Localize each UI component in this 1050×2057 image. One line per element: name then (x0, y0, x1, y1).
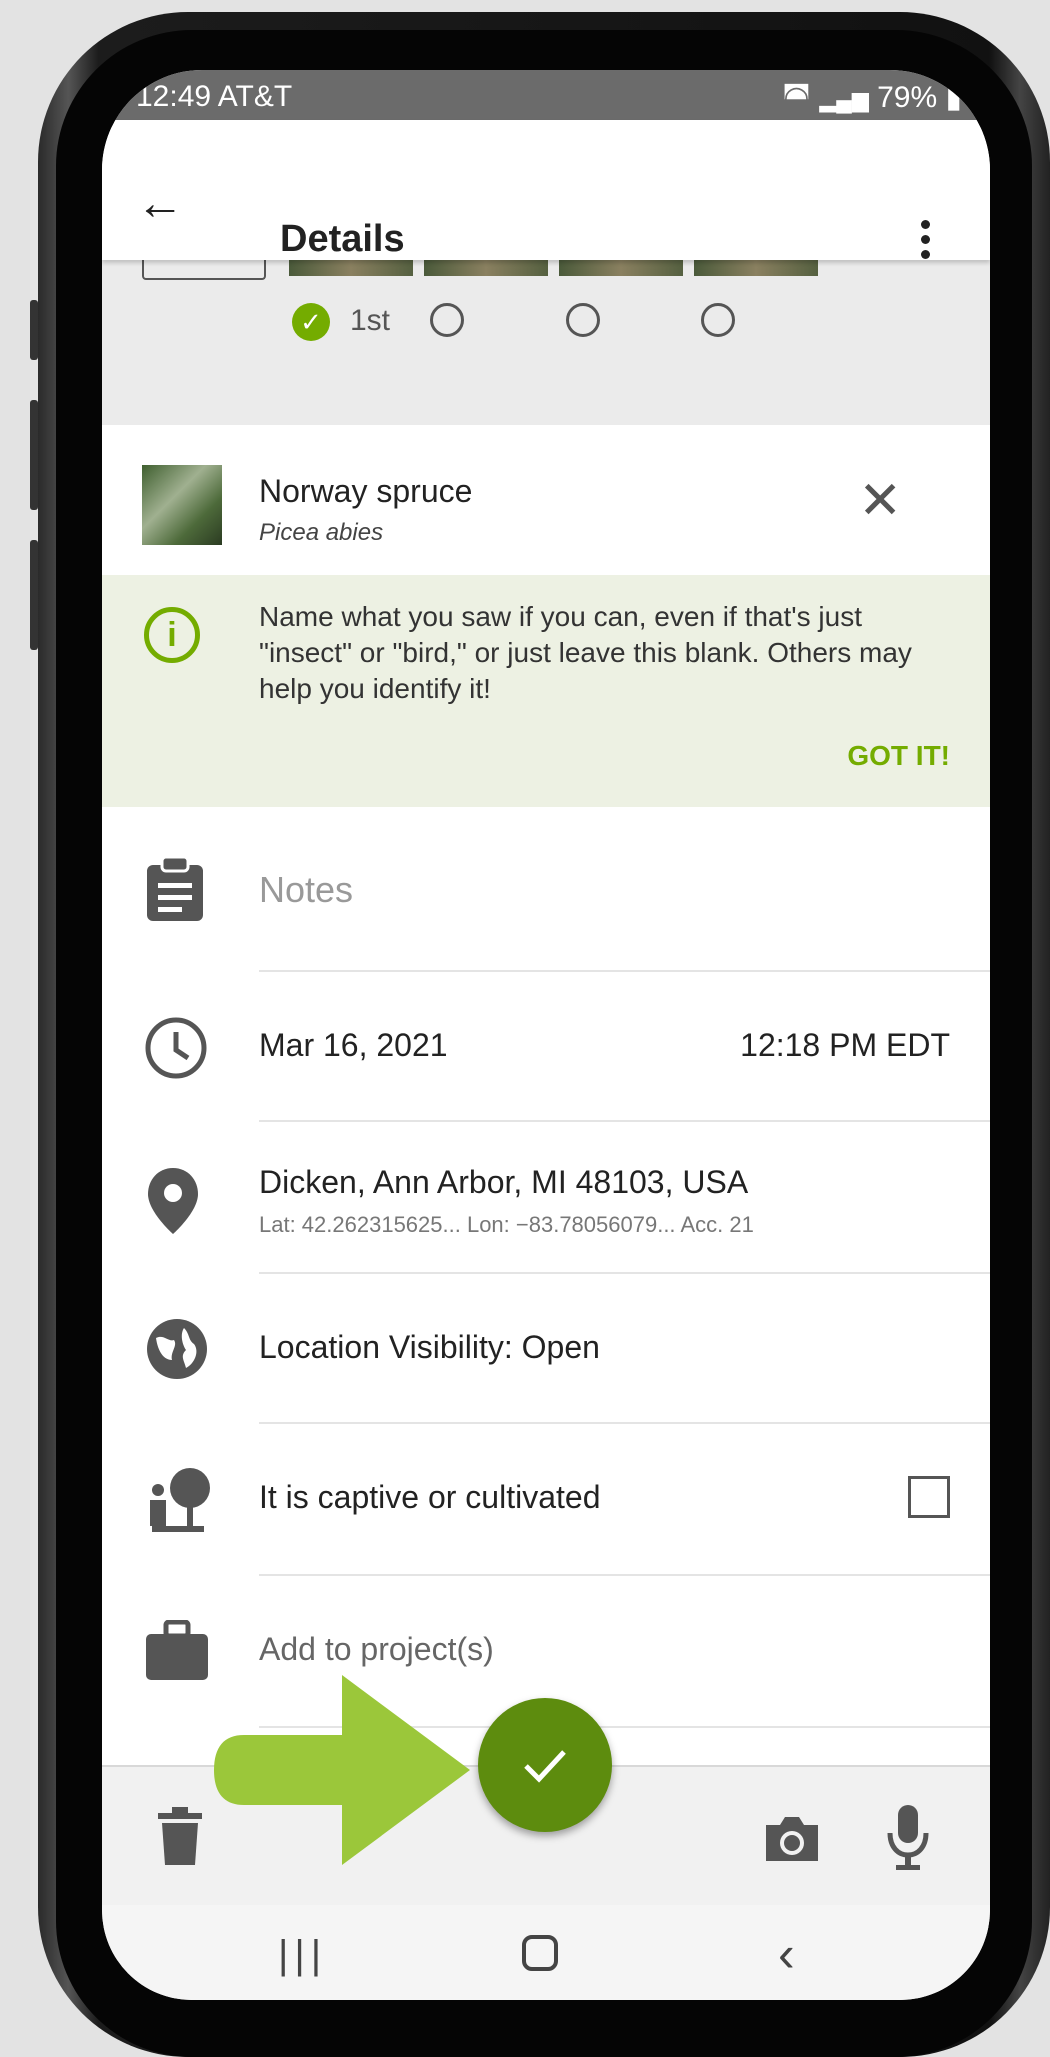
photo-radio-2[interactable] (430, 303, 464, 337)
signal-icon: ▂▄▆ (819, 87, 869, 112)
tip-text: Name what you saw if you can, even if th… (259, 601, 912, 704)
home-icon[interactable] (522, 1935, 558, 1971)
status-bar: 12:49 AT&T ◚ ▂▄▆ 79% ▮ (102, 70, 990, 120)
photo-thumbnail-4[interactable] (694, 260, 818, 276)
visibility-row[interactable]: Location Visibility: Open (102, 1274, 990, 1424)
clipboard-icon (147, 855, 203, 921)
app-bar: ← Details (102, 120, 990, 260)
wifi-icon: ◚ (781, 81, 811, 114)
system-nav-bar: ||| ‹ (102, 1905, 990, 2000)
species-common-name: Norway spruce (259, 473, 473, 509)
briefcase-icon (146, 1620, 208, 1680)
checkmark-icon (524, 1750, 566, 1783)
observation-date[interactable]: Mar 16, 2021 (259, 1027, 448, 1064)
globe-icon (147, 1319, 207, 1379)
got-it-button[interactable]: GOT IT! (847, 740, 950, 772)
photo-thumbnail-3[interactable] (559, 260, 683, 276)
datetime-row[interactable]: Mar 16, 2021 12:18 PM EDT (102, 972, 990, 1122)
photo-thumbnail-2[interactable] (424, 260, 548, 276)
location-row[interactable]: Dicken, Ann Arbor, MI 48103, USA Lat: 42… (102, 1122, 990, 1274)
species-row[interactable]: Norway spruce Picea abies ✕ (102, 425, 990, 575)
screen: 12:49 AT&T ◚ ▂▄▆ 79% ▮ ← Details ✓ 1st N… (102, 70, 990, 2000)
location-pin-icon (148, 1168, 198, 1234)
photo-strip: ✓ 1st (102, 260, 990, 425)
phone-volume-up (30, 400, 38, 510)
species-scientific-name: Picea abies (259, 519, 384, 546)
save-observation-button[interactable] (478, 1698, 612, 1832)
page-title: Details (280, 218, 405, 260)
clock-icon (145, 1017, 207, 1079)
phone-volume-down (30, 540, 38, 650)
captive-row[interactable]: It is captive or cultivated (102, 1424, 990, 1576)
captive-label: It is captive or cultivated (259, 1479, 601, 1515)
location-place: Dicken, Ann Arbor, MI 48103, USA (259, 1164, 749, 1200)
captive-tree-icon (150, 1468, 210, 1532)
status-right: ◚ ▂▄▆ 79% ▮ (782, 80, 962, 115)
nav-back-icon[interactable]: ‹ (778, 1925, 795, 1983)
camera-icon[interactable] (762, 1815, 822, 1863)
phone-side-button (30, 300, 38, 360)
status-time: 12:49 AT&T (136, 80, 293, 113)
battery-percent: 79% (877, 81, 938, 114)
observation-time[interactable]: 12:18 PM EDT (740, 1027, 950, 1064)
first-photo-label: 1st (350, 304, 391, 337)
back-arrow-icon[interactable]: ← (136, 180, 184, 228)
add-to-projects[interactable]: Add to project(s) (259, 1631, 494, 1668)
microphone-icon[interactable] (886, 1803, 930, 1873)
add-photo-slot[interactable] (142, 260, 266, 280)
clear-species-icon[interactable]: ✕ (858, 475, 902, 527)
highlight-arrow (214, 1675, 474, 1870)
photo-thumbnail-1[interactable] (289, 260, 413, 276)
species-thumbnail (142, 465, 222, 545)
info-icon: i (144, 607, 200, 663)
photo-radio-3[interactable] (566, 303, 600, 337)
trash-icon[interactable] (156, 1807, 204, 1867)
location-coordinates: Lat: 42.262315625... Lon: −83.78056079..… (259, 1212, 754, 1237)
notes-row[interactable]: Notes (102, 807, 990, 972)
more-options-icon[interactable] (921, 220, 930, 265)
photo-radio-4[interactable] (701, 303, 735, 337)
battery-icon: ▮ (945, 81, 962, 114)
captive-checkbox[interactable] (908, 1476, 950, 1518)
location-visibility: Location Visibility: Open (259, 1329, 600, 1365)
identification-tip: i Name what you saw if you can, even if … (102, 575, 990, 807)
first-photo-check-icon[interactable]: ✓ (292, 303, 330, 341)
recents-icon[interactable]: ||| (278, 1933, 327, 1978)
notes-input[interactable]: Notes (259, 869, 353, 911)
